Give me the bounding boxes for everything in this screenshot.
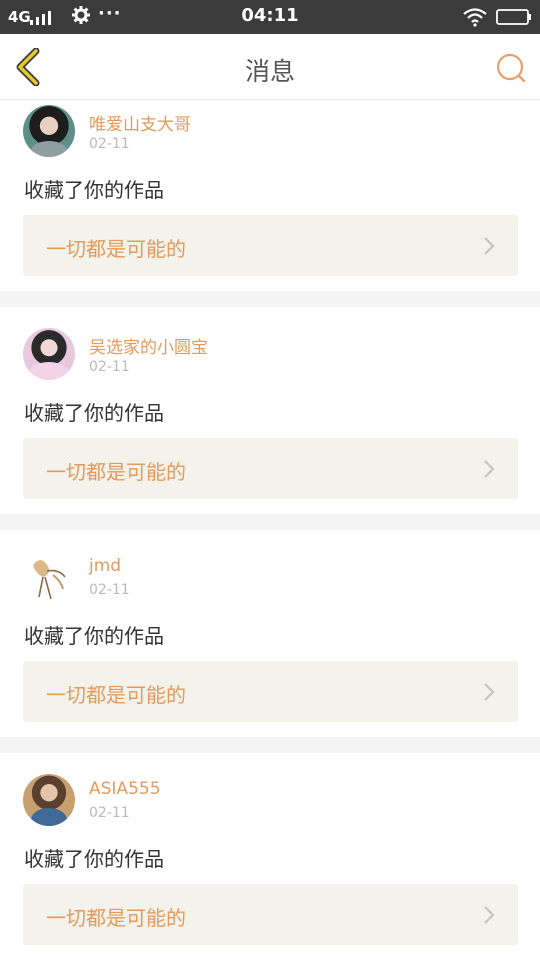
avatar[interactable] [23, 105, 75, 157]
search-button[interactable] [494, 51, 528, 85]
message-card: 唯爱山支大哥 02-11 收藏了你的作品 一切都是可能的 [0, 100, 540, 291]
message-card: ASIA555 02-11 收藏了你的作品 一切都是可能的 [0, 753, 540, 960]
user-avatar-image [31, 141, 67, 157]
message-card: jmd 02-11 收藏了你的作品 一切都是可能的 [0, 530, 540, 737]
message-date: 02-11 [89, 359, 130, 375]
username[interactable]: jmd [89, 556, 121, 576]
chevron-right-icon [484, 460, 495, 478]
avatar[interactable] [23, 328, 75, 380]
chevron-right-icon [484, 237, 495, 255]
work-title: 一切都是可能的 [46, 460, 186, 484]
work-title: 一切都是可能的 [46, 683, 186, 707]
action-text: 收藏了你的作品 [24, 847, 164, 871]
user-avatar-image [31, 808, 67, 826]
divider [0, 737, 540, 753]
message-date: 02-11 [89, 136, 130, 152]
action-text: 收藏了你的作品 [24, 401, 164, 425]
action-text: 收藏了你的作品 [24, 178, 164, 202]
page-title: 消息 [244, 57, 295, 86]
user-avatar-image [29, 362, 69, 380]
user-avatar-image [33, 560, 66, 600]
message-card: 吴选家的小圆宝 02-11 收藏了你的作品 一切都是可能的 [0, 307, 540, 514]
username[interactable]: 唯爱山支大哥 [89, 110, 191, 135]
wifi-icon [463, 8, 487, 27]
work-title: 一切都是可能的 [46, 906, 186, 930]
message-date: 02-11 [89, 582, 130, 598]
work-link[interactable]: 一切都是可能的 [23, 884, 518, 945]
message-date: 02-11 [89, 805, 130, 821]
divider [0, 291, 540, 307]
work-link[interactable]: 一切都是可能的 [23, 215, 518, 276]
action-text: 收藏了你的作品 [24, 624, 164, 648]
username[interactable]: 吴选家的小圆宝 [89, 333, 208, 358]
chevron-right-icon [484, 906, 495, 924]
avatar[interactable] [23, 551, 75, 603]
divider [0, 514, 540, 530]
username[interactable]: ASIA555 [89, 779, 161, 799]
message-list[interactable]: 唯爱山支大哥 02-11 收藏了你的作品 一切都是可能的 吴选家的小圆宝 02-… [0, 100, 540, 960]
work-link[interactable]: 一切都是可能的 [23, 661, 518, 722]
clock: 04:11 [241, 5, 299, 26]
status-bar: 4G ··· 04:11 [0, 0, 540, 34]
app-header: 消息 [0, 34, 540, 100]
chevron-right-icon [484, 683, 495, 701]
work-title: 一切都是可能的 [46, 237, 186, 261]
avatar[interactable] [23, 774, 75, 826]
work-link[interactable]: 一切都是可能的 [23, 438, 518, 499]
battery-icon [496, 9, 531, 25]
